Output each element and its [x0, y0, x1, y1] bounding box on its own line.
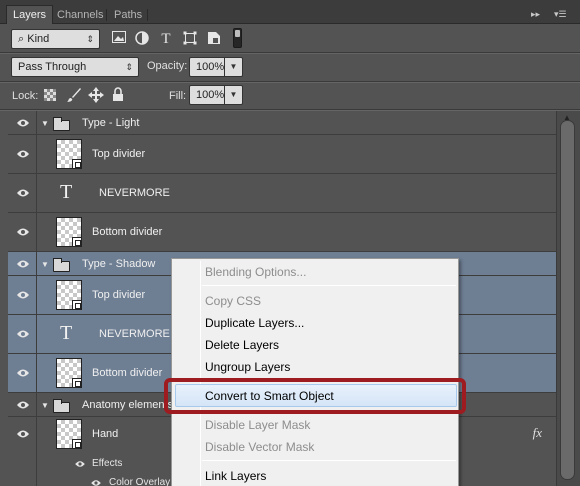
highlight-callout-box [164, 378, 466, 414]
menu-item-ungroup-layers[interactable]: Ungroup Layers [205, 360, 290, 374]
folder-icon [53, 399, 70, 413]
fill-input[interactable]: 100% [189, 85, 225, 105]
blend-mode-value: Pass Through [18, 61, 87, 73]
menu-item-disable-layer-mask[interactable]: Disable Layer Mask [205, 418, 310, 432]
eye-icon[interactable] [16, 188, 30, 198]
panel-menu-icon[interactable]: ▾☰ [554, 9, 567, 20]
menu-separator [202, 285, 456, 286]
context-menu: Blending Options... Copy CSS Duplicate L… [171, 258, 459, 486]
eye-icon[interactable] [74, 460, 86, 468]
eye-icon[interactable] [16, 368, 30, 378]
tab-layers[interactable]: Layers [6, 5, 54, 24]
collapse-panel-icon[interactable]: ▸▸ [531, 9, 540, 20]
divider [0, 53, 580, 54]
type-filter-icon[interactable]: T [158, 31, 174, 47]
eye-icon[interactable] [16, 259, 30, 269]
menu-separator [202, 460, 456, 461]
smart-object-badge-icon [72, 159, 82, 169]
filter-toggle-icon[interactable] [233, 28, 242, 48]
lock-all-icon[interactable] [112, 87, 124, 105]
layer-thumbnail [56, 419, 82, 449]
layer-thumbnail [56, 358, 82, 388]
opacity-dropdown-button[interactable]: ▼ [225, 57, 243, 77]
opacity-input[interactable]: 100% [189, 57, 225, 77]
lock-label: Lock: [12, 90, 39, 102]
menu-item-copy-css[interactable]: Copy CSS [205, 294, 261, 308]
expand-arrow-icon[interactable]: ▼ [41, 401, 49, 410]
layer-thumbnail [56, 139, 82, 169]
menu-item-disable-vector-mask[interactable]: Disable Vector Mask [205, 440, 314, 454]
layer-row[interactable]: T NEVERMORE [8, 174, 556, 213]
tab-channels[interactable]: Channels [51, 6, 109, 24]
menu-item-blending-options[interactable]: Blending Options... [205, 265, 306, 279]
effect-item-label: Color Overlay [109, 477, 171, 486]
eye-icon[interactable] [16, 429, 30, 439]
eye-icon[interactable] [16, 227, 30, 237]
eye-icon[interactable] [90, 479, 102, 486]
tab-paths[interactable]: Paths [108, 6, 148, 24]
lock-position-icon[interactable] [88, 87, 104, 106]
menu-icon-gutter [200, 261, 201, 486]
menu-item-link-layers[interactable]: Link Layers [205, 469, 266, 483]
layer-row[interactable]: Top divider [8, 135, 556, 174]
fill-dropdown-button[interactable]: ▼ [225, 85, 243, 105]
scrollbar-thumb[interactable] [560, 120, 575, 480]
opacity-label: Opacity: [147, 60, 188, 72]
eye-icon[interactable] [16, 400, 30, 410]
layer-name: Type - Light [82, 117, 140, 129]
folder-icon [53, 117, 70, 131]
layer-row[interactable]: Bottom divider [8, 213, 556, 252]
effects-label: Effects [92, 458, 123, 469]
layer-name: Hand [92, 428, 119, 440]
layer-group-row[interactable]: ▼ Type - Light [8, 111, 556, 135]
filter-kind-value: Kind [27, 33, 50, 45]
folder-icon [53, 258, 70, 272]
updown-arrow-icon: ⇕ [86, 34, 94, 44]
updown-arrow-icon: ⇕ [125, 62, 133, 72]
fill-label: Fill: [169, 90, 187, 102]
visibility-column [8, 417, 37, 486]
layer-name: Type - Shadow [82, 258, 156, 270]
smart-object-badge-icon [72, 439, 82, 449]
smart-object-filter-icon[interactable] [206, 31, 222, 47]
layer-thumbnail [56, 217, 82, 247]
divider [0, 82, 580, 83]
text-layer-icon: T [60, 181, 73, 203]
lock-image-pixels-icon[interactable] [66, 87, 82, 106]
tab-divider [106, 9, 107, 21]
smart-object-badge-icon [72, 237, 82, 247]
blend-mode-select[interactable]: Pass Through ⇕ [11, 57, 139, 77]
eye-icon[interactable] [16, 329, 30, 339]
layer-name: Bottom divider [92, 226, 163, 238]
eye-icon[interactable] [16, 290, 30, 300]
fx-icon[interactable]: fx [533, 425, 542, 441]
smart-object-badge-icon [72, 300, 82, 310]
image-filter-icon[interactable] [111, 31, 127, 47]
text-layer-icon: T [60, 322, 73, 344]
filter-kind-select[interactable]: ⌕ Kind ⇕ [11, 29, 100, 49]
panel-tab-bar: Layers Channels Paths ▸▸ ▾☰ [0, 0, 580, 24]
layer-name: Bottom divider [92, 367, 163, 379]
adjustment-filter-icon[interactable] [134, 31, 150, 47]
layer-name: Top divider [92, 148, 146, 160]
expand-arrow-icon[interactable]: ▼ [41, 260, 49, 269]
layer-name: NEVERMORE [99, 187, 170, 199]
layer-name: NEVERMORE [99, 328, 170, 340]
tab-divider [147, 9, 148, 21]
search-icon: ⌕ [18, 33, 25, 45]
layer-name: Top divider [92, 289, 146, 301]
expand-arrow-icon[interactable]: ▼ [41, 119, 49, 128]
layer-thumbnail [56, 280, 82, 310]
layer-name: Anatomy elements [82, 399, 174, 411]
scroll-up-arrow-icon[interactable]: ▲ [563, 113, 571, 122]
menu-item-duplicate-layers[interactable]: Duplicate Layers... [205, 316, 304, 330]
eye-icon[interactable] [16, 118, 30, 128]
smart-object-badge-icon [72, 378, 82, 388]
shape-filter-icon[interactable] [182, 31, 198, 47]
menu-item-delete-layers[interactable]: Delete Layers [205, 338, 279, 352]
lock-transparent-pixels-icon[interactable] [44, 89, 56, 101]
eye-icon[interactable] [16, 149, 30, 159]
